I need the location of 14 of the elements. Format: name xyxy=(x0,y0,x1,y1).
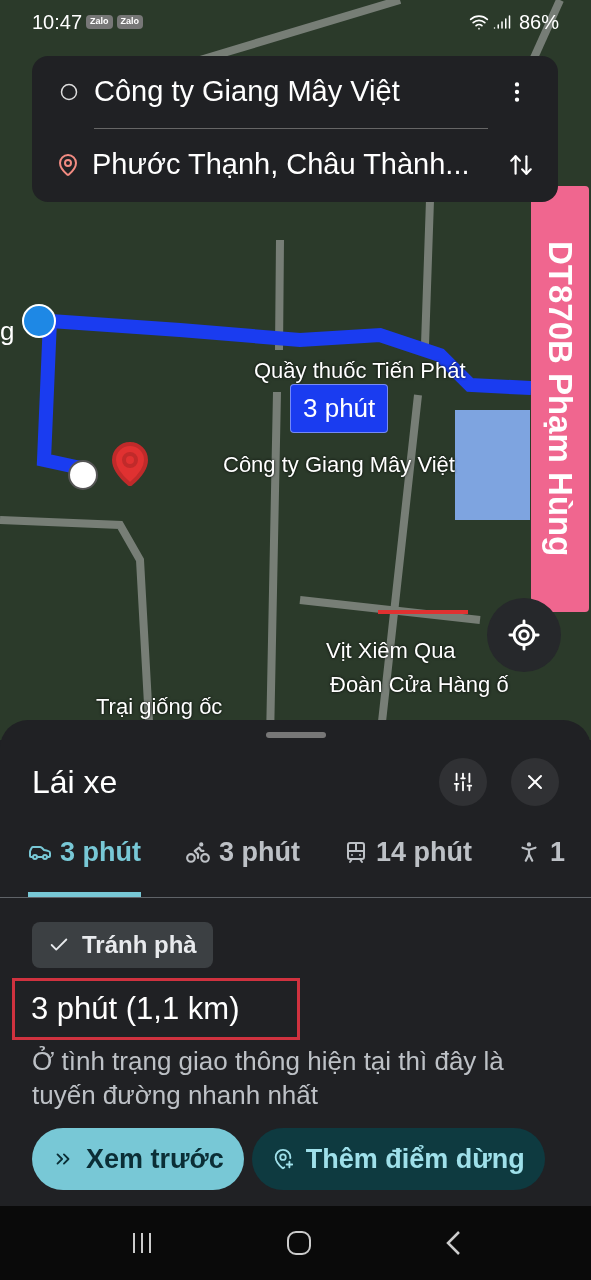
map-place-label: Đoàn Cửa Hàng ố xyxy=(330,674,509,696)
clock: 10:47 xyxy=(32,10,83,35)
app-notification-icon: Zalo xyxy=(86,15,113,29)
map-place-label: Vịt Xiêm Qua xyxy=(326,640,456,662)
map-place-label: Trại giống ốc xyxy=(96,696,223,718)
route-summary: 3 phút (1,1 km) xyxy=(31,989,240,1028)
map-place-label: Công ty Giang Mây Việt xyxy=(223,454,455,476)
route-description: Ở tình trạng giao thông hiện tại thì đây là tuyến đường nhanh nhất xyxy=(31,1045,505,1112)
route-time-label: 3 phút xyxy=(290,384,389,433)
app-notification-icon: Zalo xyxy=(116,15,144,29)
road-name-label: DT870B Phạm Hùng xyxy=(531,186,589,612)
map-label: g xyxy=(0,315,15,348)
battery-level: 86% xyxy=(518,10,559,35)
sheet-title: Lái xe xyxy=(32,763,119,802)
